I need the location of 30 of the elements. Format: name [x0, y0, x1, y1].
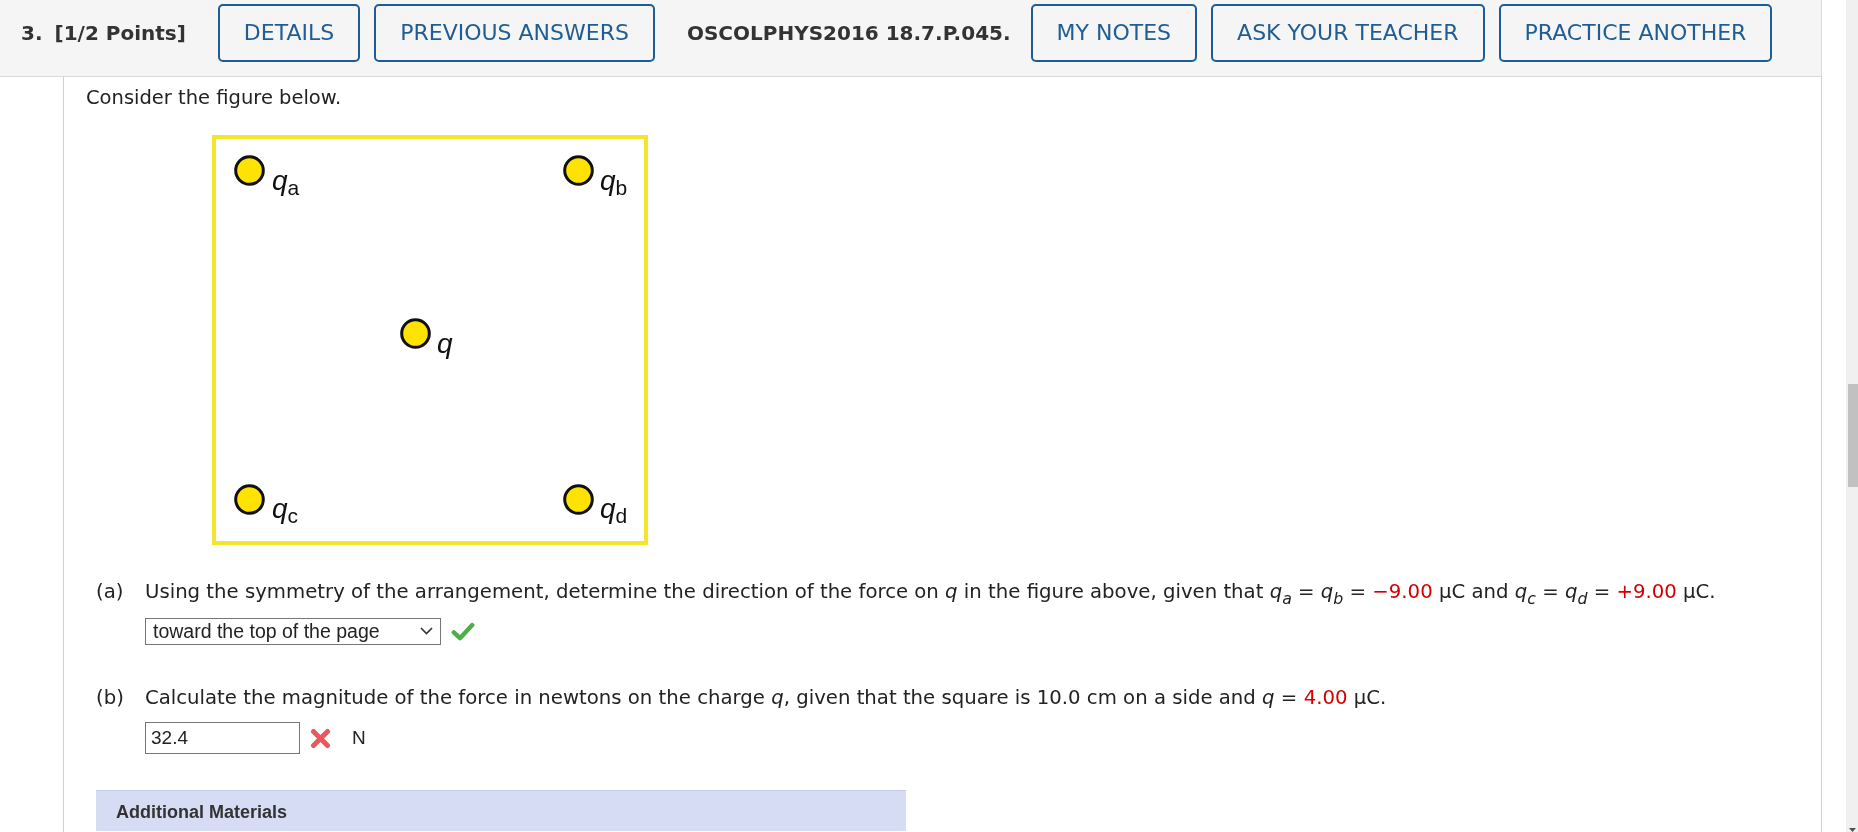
charge-icon [233, 154, 265, 186]
chevron-down-icon [420, 627, 433, 635]
charge-icon [562, 483, 594, 515]
charge-icon [399, 317, 431, 349]
details-button[interactable]: DETAILS [217, 3, 361, 62]
charge-icon [562, 154, 594, 186]
charge-label: q [437, 330, 453, 358]
charge-label: q$_{c}$ [272, 495, 299, 523]
practice-another-button[interactable]: PRACTICE ANOTHER [1498, 3, 1773, 62]
question-number: 3. [21, 20, 43, 45]
my-notes-button[interactable]: MY NOTES [1030, 3, 1198, 62]
charge-label: q$_{d}$ [600, 495, 628, 523]
ask-your-teacher-button[interactable]: ASK YOUR TEACHER [1211, 3, 1485, 62]
answer-dropdown[interactable]: toward the top of the page [145, 617, 441, 645]
question-text: Using the symmetry of the arrangement, determine the direction of the force on q in the figure above, given that q$_{a}$ = q$_{b}$ = −9.00 µC and q$_{c}$ = q$_{d}$ = +9.00 µC. [145, 580, 1717, 604]
question-code: OSCOLPHYS2016 18.7.P.045. [686, 20, 1011, 45]
unit-label: N [352, 727, 366, 749]
scrollbar-thumb[interactable] [1848, 384, 1858, 487]
part-label: (a) [96, 580, 125, 605]
answer-input[interactable]: 32.4 [145, 722, 300, 754]
previous-answers-button[interactable]: PREVIOUS ANSWERS [374, 3, 655, 62]
charge-icon [233, 483, 265, 515]
additional-materials-header[interactable]: Additional Materials [96, 790, 906, 831]
charge-label: q$_{a}$ [272, 167, 300, 195]
points-label: [1/2 Points] [54, 20, 186, 45]
scroll-down-arrow-icon[interactable] [1849, 828, 1856, 832]
charge-label: q$_{b}$ [600, 167, 628, 195]
intro-text: Consider the figure below. [86, 86, 343, 110]
part-label: (b) [96, 686, 125, 711]
question-text: Calculate the magnitude of the force in newtons on the charge q, given that the square is 10.0 cm on a side and q = 4.00 µC. [145, 686, 1388, 710]
